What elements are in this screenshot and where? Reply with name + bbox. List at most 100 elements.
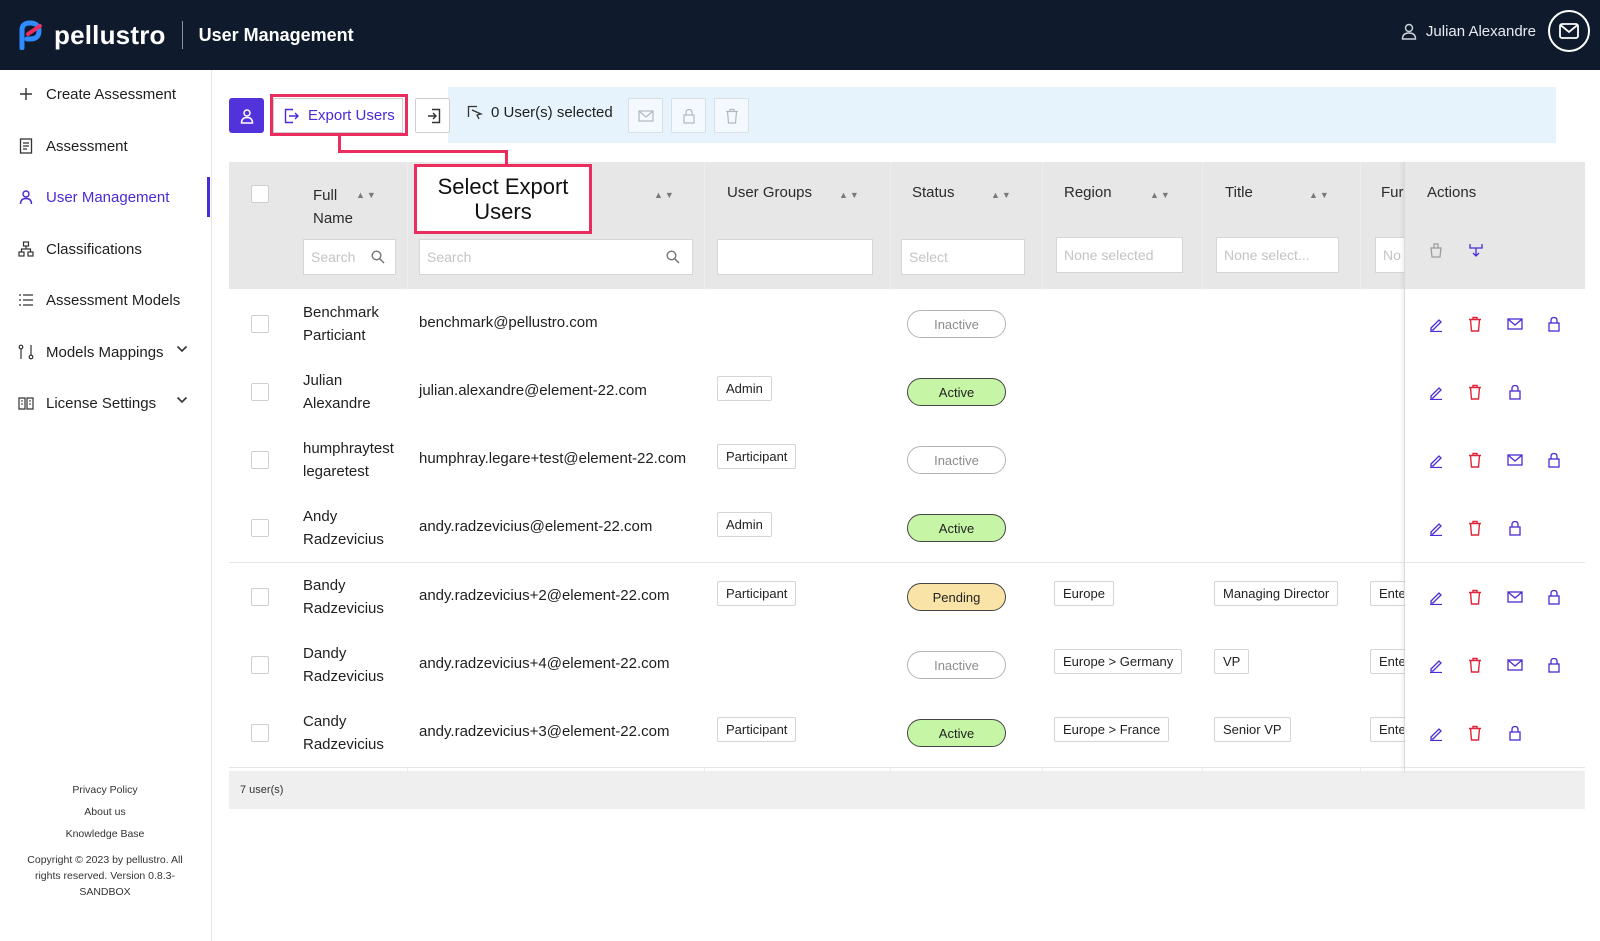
edit-user-icon[interactable] xyxy=(1427,724,1445,742)
status-badge: Inactive xyxy=(907,310,1006,338)
sidebar-item-user-management[interactable]: User Management xyxy=(0,177,210,217)
first-name: Julian xyxy=(303,372,343,389)
brand-logo[interactable]: pellustro xyxy=(18,20,166,51)
user-icon xyxy=(1401,23,1417,40)
lock-user-icon[interactable] xyxy=(1545,315,1563,333)
column-header-title[interactable]: Title xyxy=(1225,184,1253,201)
bulk-email-button[interactable] xyxy=(628,98,663,133)
delete-user-icon[interactable] xyxy=(1466,519,1484,537)
lock-user-icon[interactable] xyxy=(1545,588,1563,606)
sort-icon[interactable]: ▲▼ xyxy=(991,190,1013,200)
chevron-down-icon[interactable] xyxy=(176,345,188,353)
lock-user-icon[interactable] xyxy=(1506,724,1524,742)
sidebar-item-assessment[interactable]: Assessment xyxy=(0,126,210,166)
callout-line-2: Users xyxy=(474,199,532,224)
sidebar-item-create-assessment[interactable]: Create Assessment xyxy=(0,74,210,114)
bulk-lock-button[interactable] xyxy=(671,98,706,133)
inbox-button[interactable] xyxy=(1548,10,1590,52)
sidebar-item-classifications[interactable]: Classifications xyxy=(0,229,210,269)
delete-user-icon[interactable] xyxy=(1466,656,1484,674)
top-bar: pellustro User Management Julian Alexand… xyxy=(0,0,1600,70)
sort-icon[interactable]: ▲▼ xyxy=(356,190,378,200)
edit-user-icon[interactable] xyxy=(1427,588,1445,606)
user-groups-filter[interactable] xyxy=(717,239,873,275)
column-header-region[interactable]: Region xyxy=(1064,184,1112,201)
import-button[interactable] xyxy=(415,98,450,133)
bulk-delete-button[interactable] xyxy=(714,98,749,133)
column-header-status[interactable]: Status xyxy=(912,184,955,201)
edit-user-icon[interactable] xyxy=(1427,656,1445,674)
header-label: Name xyxy=(313,210,354,227)
delete-user-icon[interactable] xyxy=(1466,451,1484,469)
first-name: Andy xyxy=(303,508,338,525)
sort-icon[interactable]: ▲▼ xyxy=(654,190,676,200)
user-icon xyxy=(18,189,34,205)
column-settings-icon[interactable] xyxy=(1468,242,1484,258)
user-email: humphray.legare+test@element-22.com xyxy=(419,450,687,467)
send-email-icon[interactable] xyxy=(1506,656,1524,674)
column-header-full-name[interactable]: Full Name xyxy=(313,184,353,230)
knowledge-base-link[interactable]: Knowledge Base xyxy=(0,826,210,842)
row-checkbox[interactable] xyxy=(251,656,269,674)
region-multiselect[interactable]: None selected xyxy=(1056,237,1183,273)
status-select[interactable]: Select xyxy=(901,239,1025,275)
user-email: andy.radzevicius@element-22.com xyxy=(419,518,653,535)
delete-user-icon[interactable] xyxy=(1466,383,1484,401)
status-badge: Inactive xyxy=(907,446,1006,474)
select-all-checkbox[interactable] xyxy=(251,185,269,203)
first-name: Benchmark xyxy=(303,304,379,321)
user-group-tag: Admin xyxy=(717,376,772,401)
status-badge: Active xyxy=(907,378,1006,406)
sort-icon[interactable]: ▲▼ xyxy=(839,190,861,200)
row-checkbox[interactable] xyxy=(251,724,269,742)
chevron-down-icon[interactable] xyxy=(176,396,188,404)
lock-user-icon[interactable] xyxy=(1506,383,1524,401)
search-icon xyxy=(666,250,680,264)
delete-user-icon[interactable] xyxy=(1466,724,1484,742)
sidebar-item-license-settings[interactable]: License Settings xyxy=(0,383,210,423)
send-email-icon[interactable] xyxy=(1506,451,1524,469)
send-email-icon[interactable] xyxy=(1506,588,1524,606)
column-header-user-groups[interactable]: User Groups xyxy=(727,184,812,201)
delete-user-icon[interactable] xyxy=(1466,315,1484,333)
row-checkbox[interactable] xyxy=(251,451,269,469)
status-badge: Active xyxy=(907,514,1006,542)
email-search-placeholder: Search xyxy=(427,249,472,265)
title-tag: Managing Director xyxy=(1214,581,1339,606)
add-user-button[interactable] xyxy=(229,98,264,133)
edit-user-icon[interactable] xyxy=(1427,383,1445,401)
lock-user-icon[interactable] xyxy=(1545,656,1563,674)
row-checkbox[interactable] xyxy=(251,383,269,401)
mapping-icon xyxy=(18,344,34,360)
privacy-policy-link[interactable]: Privacy Policy xyxy=(0,782,210,798)
selection-count: 0 User(s) selected xyxy=(467,104,613,121)
row-checkbox[interactable] xyxy=(251,519,269,537)
first-name: Bandy xyxy=(303,577,346,594)
send-email-icon[interactable] xyxy=(1506,315,1524,333)
edit-user-icon[interactable] xyxy=(1427,451,1445,469)
clear-filters-icon[interactable] xyxy=(1428,242,1444,258)
sidebar-item-models-mappings[interactable]: Models Mappings xyxy=(0,332,210,372)
document-icon xyxy=(18,138,34,154)
title-multiselect[interactable]: None select... xyxy=(1216,237,1339,273)
edit-user-icon[interactable] xyxy=(1427,315,1445,333)
edit-user-icon[interactable] xyxy=(1427,519,1445,537)
email-search-input[interactable]: Search xyxy=(419,239,693,275)
about-us-link[interactable]: About us xyxy=(0,804,210,820)
first-name: Dandy xyxy=(303,645,347,662)
sort-icon[interactable]: ▲▼ xyxy=(1150,190,1172,200)
current-user-name[interactable]: Julian Alexandre xyxy=(1426,23,1536,40)
lock-user-icon[interactable] xyxy=(1545,451,1563,469)
lock-user-icon[interactable] xyxy=(1506,519,1524,537)
name-search-input[interactable]: Search xyxy=(303,239,396,275)
column-header-function[interactable]: Fur xyxy=(1381,184,1404,201)
row-checkbox[interactable] xyxy=(251,315,269,333)
row-checkbox[interactable] xyxy=(251,588,269,606)
callout-connector xyxy=(338,150,508,153)
sidebar-item-label: License Settings xyxy=(46,394,157,412)
sidebar-item-assessment-models[interactable]: Assessment Models xyxy=(0,280,210,320)
sidebar-item-label: Create Assessment xyxy=(46,85,177,103)
sort-icon[interactable]: ▲▼ xyxy=(1309,190,1331,200)
function-multiselect[interactable]: No xyxy=(1375,237,1405,273)
delete-user-icon[interactable] xyxy=(1466,588,1484,606)
